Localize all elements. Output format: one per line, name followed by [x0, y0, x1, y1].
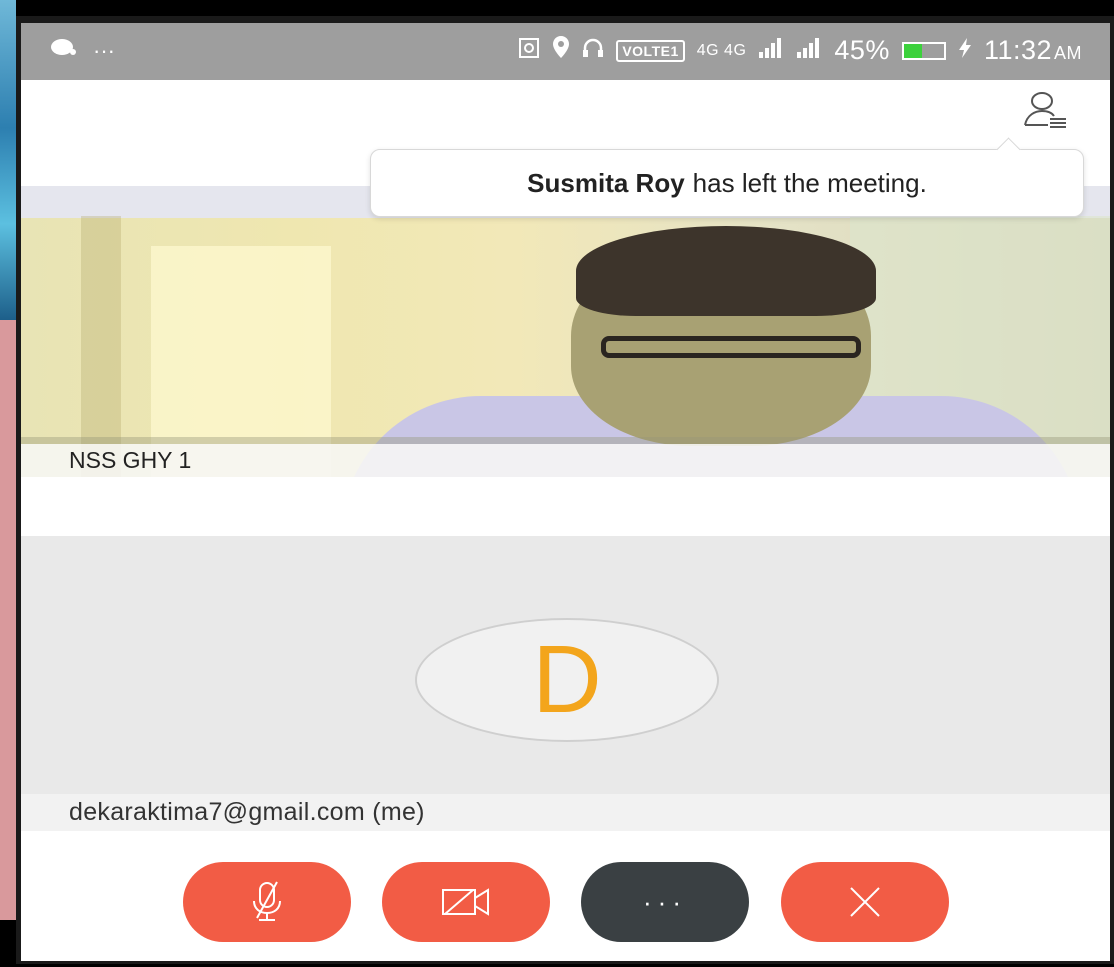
battery-percent: 45%: [834, 35, 890, 65]
self-participant-name: dekaraktima7@gmail.com (me): [21, 794, 1110, 831]
volte-badge: VOLTE1: [616, 39, 685, 62]
mute-microphone-button[interactable]: [183, 862, 351, 942]
decorative-strip-pink: [0, 320, 16, 920]
more-horizontal-icon: ···: [643, 886, 687, 917]
toast-arrow: [996, 137, 1021, 162]
signal-icon-2: [796, 35, 822, 66]
phone-screen: ··· VOLTE1 4G 4G 45% 11:32 AM Susmita Ro…: [21, 23, 1110, 961]
participants-button[interactable]: [1022, 89, 1070, 129]
location-icon: [552, 35, 570, 66]
remote-participant-name: NSS GHY 1: [21, 444, 1110, 477]
status-bar: ··· VOLTE1 4G 4G 45% 11:32 AM: [21, 23, 1110, 80]
decorative-strip-blue: [0, 0, 16, 320]
toast-participant-name: Susmita Roy: [527, 167, 685, 198]
battery-level: [903, 43, 922, 58]
microphone-muted-icon: [253, 881, 281, 921]
video-person-hair: [576, 226, 876, 316]
video-person-glasses: [601, 336, 861, 358]
charging-icon: [958, 35, 972, 66]
remote-video-tile[interactable]: [21, 186, 1110, 477]
battery-icon: [901, 41, 946, 60]
chat-bubble-icon: [49, 37, 77, 65]
screenshot-icon: [518, 35, 540, 66]
more-dots-icon: ···: [93, 38, 115, 63]
participant-left-toast: Susmita Roy has left the meeting.: [370, 137, 1084, 217]
call-controls: ···: [21, 838, 1110, 961]
clock-time: 11:32 AM: [984, 35, 1082, 66]
leave-meeting-button[interactable]: [781, 862, 949, 942]
toast-message: has left the meeting.: [692, 167, 927, 198]
toggle-video-button[interactable]: [382, 862, 550, 942]
close-icon: [850, 887, 880, 917]
clock-hours: 11:32: [983, 35, 1052, 65]
network-label: 4G 4G: [696, 41, 747, 59]
avatar-initial: D: [532, 626, 602, 733]
self-video-tile[interactable]: D: [21, 536, 1110, 794]
participants-icon: [1024, 92, 1066, 128]
signal-icon-1: [758, 35, 784, 66]
headset-icon: [582, 35, 604, 66]
clock-ampm: AM: [1054, 43, 1082, 63]
more-options-button[interactable]: ···: [581, 862, 749, 942]
avatar: D: [415, 618, 719, 742]
video-off-icon: [442, 888, 489, 916]
